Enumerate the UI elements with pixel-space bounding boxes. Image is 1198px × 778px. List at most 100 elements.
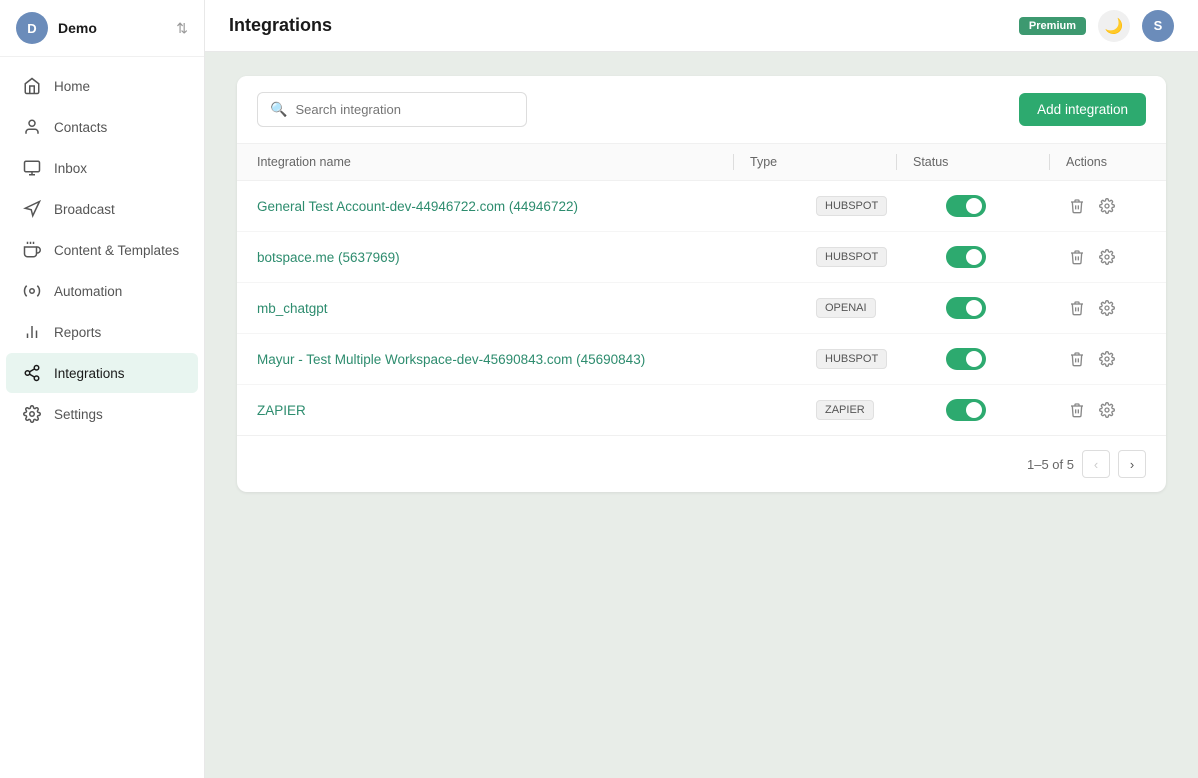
settings-icon	[22, 404, 42, 424]
type-badge: HUBSPOT	[816, 349, 887, 369]
toggle-track	[946, 195, 986, 217]
sidebar-item-inbox[interactable]: Inbox	[6, 148, 198, 188]
sidebar-item-broadcast[interactable]: Broadcast	[6, 189, 198, 229]
toggle-thumb	[966, 402, 982, 418]
integration-name-link[interactable]: General Test Account-dev-44946722.com (4…	[257, 199, 816, 214]
sidebar-item-content-templates[interactable]: Content & Templates	[6, 230, 198, 270]
sidebar-item-integrations[interactable]: Integrations	[6, 353, 198, 393]
integration-name-link[interactable]: botspace.me (5637969)	[257, 250, 816, 265]
contacts-icon	[22, 117, 42, 137]
col-header-status: Status	[913, 155, 1033, 169]
type-badge: HUBSPOT	[816, 196, 887, 216]
integration-status	[946, 297, 1066, 319]
integration-actions	[1066, 297, 1146, 319]
delete-button[interactable]	[1066, 297, 1088, 319]
workspace-avatar: D	[16, 12, 48, 44]
sidebar-item-settings[interactable]: Settings	[6, 394, 198, 434]
integration-type: HUBSPOT	[816, 349, 946, 369]
premium-badge: Premium	[1019, 17, 1086, 35]
sidebar-item-contacts-label: Contacts	[54, 120, 107, 135]
inbox-icon	[22, 158, 42, 178]
toggle-track	[946, 297, 986, 319]
integration-name-link[interactable]: Mayur - Test Multiple Workspace-dev-4569…	[257, 352, 816, 367]
content-area: 🔍 Add integration Integration name Type …	[205, 52, 1198, 778]
broadcast-icon	[22, 199, 42, 219]
integration-name-link[interactable]: ZAPIER	[257, 403, 816, 418]
table-row: ZAPIER ZAPIER	[237, 385, 1166, 435]
page-title: Integrations	[229, 15, 1007, 36]
integration-type: HUBSPOT	[816, 247, 946, 267]
toggle-thumb	[966, 249, 982, 265]
workspace-name: Demo	[58, 20, 166, 36]
toggle-track	[946, 399, 986, 421]
delete-button[interactable]	[1066, 348, 1088, 370]
add-integration-button[interactable]: Add integration	[1019, 93, 1146, 126]
table-row: General Test Account-dev-44946722.com (4…	[237, 181, 1166, 232]
delete-button[interactable]	[1066, 246, 1088, 268]
settings-button[interactable]	[1096, 246, 1118, 268]
settings-button[interactable]	[1096, 399, 1118, 421]
pagination-prev-button[interactable]: ‹	[1082, 450, 1110, 478]
settings-button[interactable]	[1096, 348, 1118, 370]
workspace-header[interactable]: D Demo ⇅	[0, 0, 204, 57]
integration-status	[946, 246, 1066, 268]
settings-button[interactable]	[1096, 297, 1118, 319]
user-avatar[interactable]: S	[1142, 10, 1174, 42]
table-body: General Test Account-dev-44946722.com (4…	[237, 181, 1166, 435]
integration-actions	[1066, 246, 1146, 268]
sidebar-item-broadcast-label: Broadcast	[54, 202, 115, 217]
integration-type: HUBSPOT	[816, 196, 946, 216]
integration-status	[946, 348, 1066, 370]
chevron-icon: ⇅	[176, 20, 188, 37]
integration-type: ZAPIER	[816, 400, 946, 420]
integration-actions	[1066, 195, 1146, 217]
topbar: Integrations Premium 🌙 S	[205, 0, 1198, 52]
table-row: mb_chatgpt OPENAI	[237, 283, 1166, 334]
content-templates-icon	[22, 240, 42, 260]
main-area: Integrations Premium 🌙 S 🔍 Add integrati…	[205, 0, 1198, 778]
type-badge: HUBSPOT	[816, 247, 887, 267]
integration-name-link[interactable]: mb_chatgpt	[257, 301, 816, 316]
col-divider-2	[896, 154, 897, 170]
type-badge: OPENAI	[816, 298, 876, 318]
delete-button[interactable]	[1066, 195, 1088, 217]
nav-list: Home Contacts Inbox Broadcast Content & …	[0, 57, 204, 778]
table-header: Integration name Type Status Actions	[237, 143, 1166, 181]
theme-toggle-button[interactable]: 🌙	[1098, 10, 1130, 42]
pagination-info: 1–5 of 5	[1027, 457, 1074, 472]
delete-button[interactable]	[1066, 399, 1088, 421]
sidebar-item-settings-label: Settings	[54, 407, 103, 422]
sidebar-item-automation[interactable]: Automation	[6, 271, 198, 311]
sidebar: D Demo ⇅ Home Contacts Inbox	[0, 0, 205, 778]
integration-status	[946, 399, 1066, 421]
reports-icon	[22, 322, 42, 342]
sidebar-item-reports[interactable]: Reports	[6, 312, 198, 352]
sidebar-item-home-label: Home	[54, 79, 90, 94]
toggle-track	[946, 348, 986, 370]
pagination: 1–5 of 5 ‹ ›	[237, 435, 1166, 492]
toggle-thumb	[966, 300, 982, 316]
card-toolbar: 🔍 Add integration	[237, 76, 1166, 143]
settings-button[interactable]	[1096, 195, 1118, 217]
status-toggle[interactable]	[946, 348, 1066, 370]
status-toggle[interactable]	[946, 246, 1066, 268]
search-input[interactable]	[295, 102, 514, 117]
status-toggle[interactable]	[946, 195, 1066, 217]
sidebar-item-home[interactable]: Home	[6, 66, 198, 106]
col-header-actions: Actions	[1066, 155, 1146, 169]
integrations-icon	[22, 363, 42, 383]
sidebar-item-reports-label: Reports	[54, 325, 101, 340]
integration-actions	[1066, 399, 1146, 421]
status-toggle[interactable]	[946, 399, 1066, 421]
status-toggle[interactable]	[946, 297, 1066, 319]
col-header-name: Integration name	[257, 155, 717, 169]
integrations-card: 🔍 Add integration Integration name Type …	[237, 76, 1166, 492]
search-icon: 🔍	[270, 101, 287, 118]
sidebar-item-contacts[interactable]: Contacts	[6, 107, 198, 147]
pagination-next-button[interactable]: ›	[1118, 450, 1146, 478]
toggle-thumb	[966, 351, 982, 367]
toggle-track	[946, 246, 986, 268]
col-divider-1	[733, 154, 734, 170]
table-row: botspace.me (5637969) HUBSPOT	[237, 232, 1166, 283]
integration-type: OPENAI	[816, 298, 946, 318]
